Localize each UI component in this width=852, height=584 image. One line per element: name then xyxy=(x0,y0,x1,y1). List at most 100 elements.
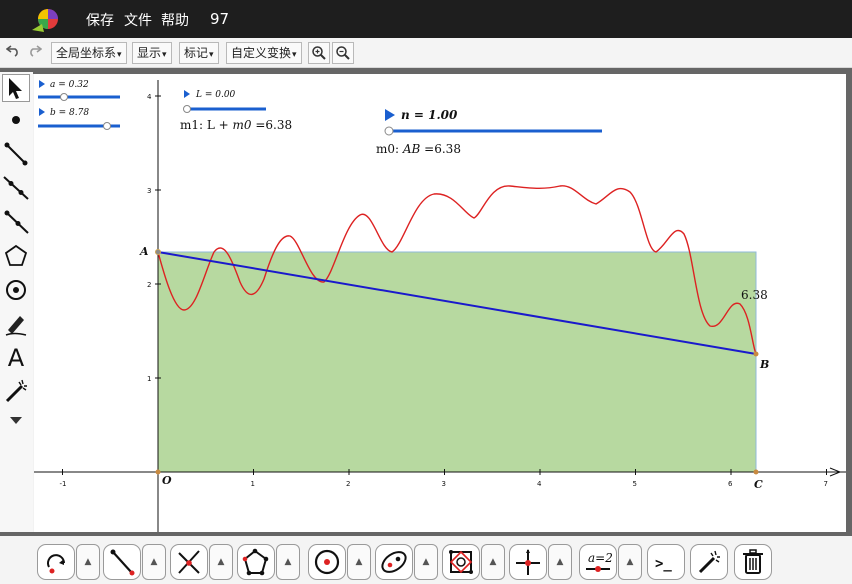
chevron-up-icon[interactable]: ▲ xyxy=(276,544,300,580)
circle-tool-icon[interactable] xyxy=(308,544,346,580)
redo-icon[interactable] xyxy=(25,43,45,63)
slider-n-knob[interactable] xyxy=(384,126,394,136)
chevron-down-icon: ▾ xyxy=(162,50,167,60)
point-O[interactable] xyxy=(155,469,161,475)
chevron-down-icon: ▾ xyxy=(209,50,214,60)
chevron-up-icon[interactable]: ▲ xyxy=(414,544,438,580)
move-arrow-icon[interactable] xyxy=(2,74,30,102)
global-coords-label: 全局坐标系 xyxy=(56,46,117,60)
trash-icon[interactable] xyxy=(734,544,772,580)
expand-down-icon[interactable] xyxy=(2,412,30,430)
m1-prefix: m1: L + xyxy=(180,118,233,132)
x-tick-label: 5 xyxy=(633,480,637,488)
m0-variable: AB xyxy=(402,142,421,156)
text-icon[interactable]: A xyxy=(2,344,30,372)
chevron-up-icon[interactable]: ▲ xyxy=(76,544,100,580)
magic-icon[interactable] xyxy=(690,544,728,580)
graphics-canvas[interactable]: -1 1 2 3 4 5 6 7 1 2 3 4 A B C O 6.38 a = 0.32 xyxy=(34,74,846,532)
slider-n-label: n = 1.00 xyxy=(401,108,458,122)
point-icon[interactable] xyxy=(2,106,30,134)
play-icon[interactable] xyxy=(39,108,45,116)
y-tick-label: 3 xyxy=(147,187,151,195)
m1-value: =6.38 xyxy=(252,118,293,132)
play-icon[interactable] xyxy=(184,90,190,98)
toolbar: 全局坐标系▾ 显示▾ 标记▾ 自定义变换▾ xyxy=(0,38,852,68)
tool-column: A xyxy=(0,72,33,532)
segment-tool-icon[interactable] xyxy=(103,544,141,580)
chevron-up-icon[interactable]: ▲ xyxy=(142,544,166,580)
frame-right-bar xyxy=(846,74,852,536)
point-label-A: A xyxy=(139,245,149,258)
polygon-tool-icon[interactable] xyxy=(237,544,275,580)
command-label: >_ xyxy=(655,556,672,572)
m0-value: =6.38 xyxy=(420,142,461,156)
mark-dropdown[interactable]: 标记▾ xyxy=(179,42,219,64)
intersect-icon[interactable] xyxy=(170,544,208,580)
title-bar: 保存 文件 帮助 97 xyxy=(0,0,852,38)
chevron-up-icon[interactable]: ▲ xyxy=(209,544,233,580)
m0-prefix: m0: xyxy=(376,142,403,156)
x-tick-label: -1 xyxy=(60,480,67,488)
point-B[interactable] xyxy=(753,351,759,357)
circle-icon[interactable] xyxy=(2,276,30,304)
chevron-up-icon[interactable]: ▲ xyxy=(548,544,572,580)
menu-save[interactable]: 保存 xyxy=(86,10,114,30)
chevron-up-icon[interactable]: ▲ xyxy=(347,544,371,580)
menu-file[interactable]: 文件 xyxy=(124,10,152,30)
slider-a-knob[interactable] xyxy=(60,93,68,101)
x-tick-label: 6 xyxy=(728,480,733,488)
zoom-out-icon[interactable] xyxy=(332,42,354,64)
custom-transform-dropdown[interactable]: 自定义变换▾ xyxy=(226,42,302,64)
app-logo-icon xyxy=(32,9,58,32)
point-A[interactable] xyxy=(155,249,161,255)
graphics-view[interactable]: -1 1 2 3 4 5 6 7 1 2 3 4 A B C O 6.38 a = 0.32 xyxy=(34,74,846,532)
integral-region xyxy=(157,251,757,473)
chevron-down-icon: ▾ xyxy=(292,50,297,60)
menu-help[interactable]: 帮助 xyxy=(161,10,189,30)
chevron-up-icon[interactable]: ▲ xyxy=(618,544,642,580)
title-count: 97 xyxy=(210,10,230,28)
point-label-C: C xyxy=(754,478,763,491)
x-tick-label: 3 xyxy=(442,480,446,488)
slider-b-knob[interactable] xyxy=(103,122,111,130)
slider-L-knob[interactable] xyxy=(183,105,191,113)
rotate-arc-icon[interactable] xyxy=(37,544,75,580)
custom-transform-label: 自定义变换 xyxy=(231,46,292,60)
slider-tool-icon[interactable]: a=2 xyxy=(579,544,617,580)
axes-tool-icon[interactable] xyxy=(509,544,547,580)
transform-tool-icon[interactable] xyxy=(442,544,480,580)
chevron-up-icon[interactable]: ▲ xyxy=(481,544,505,580)
zoom-in-icon[interactable] xyxy=(308,42,330,64)
pen-icon[interactable] xyxy=(2,310,30,338)
global-coords-dropdown[interactable]: 全局坐标系▾ xyxy=(51,42,127,64)
mark-label: 标记 xyxy=(184,46,209,60)
x-tick-label: 7 xyxy=(824,480,828,488)
ellipse-tool-icon[interactable] xyxy=(375,544,413,580)
m0-text: m0: AB =6.38 xyxy=(376,142,461,156)
y-tick-label: 1 xyxy=(147,375,151,383)
bottom-toolbar: ▲ ▲ ▲ ▲ ▲ ▲ ▲ ▲ a=2 ▲ >_ xyxy=(0,536,852,584)
point-label-O: O xyxy=(162,474,172,487)
play-icon[interactable] xyxy=(39,80,45,88)
ray-icon[interactable] xyxy=(2,208,30,236)
x-tick-label: 1 xyxy=(251,480,255,488)
line-icon[interactable] xyxy=(2,174,30,202)
slider-tool-label: a=2 xyxy=(588,551,613,565)
value-label: 6.38 xyxy=(741,288,768,302)
m1-text: m1: L + m0 =6.38 xyxy=(180,118,292,132)
slider-L-label: L = 0.00 xyxy=(195,90,236,100)
display-dropdown[interactable]: 显示▾ xyxy=(132,42,172,64)
command-icon[interactable]: >_ xyxy=(647,544,685,580)
slider-b-label: b = 8.78 xyxy=(50,108,89,118)
x-tick-label: 2 xyxy=(346,480,350,488)
segment-icon[interactable] xyxy=(2,140,30,168)
undo-icon[interactable] xyxy=(3,43,23,63)
display-label: 显示 xyxy=(137,46,162,60)
magic-wand-icon[interactable] xyxy=(2,378,30,406)
y-tick-label: 4 xyxy=(147,93,152,101)
y-tick-label: 2 xyxy=(147,281,151,289)
play-icon[interactable] xyxy=(385,109,395,121)
polygon-icon[interactable] xyxy=(2,242,30,270)
point-C[interactable] xyxy=(753,469,759,475)
point-label-B: B xyxy=(759,358,769,371)
